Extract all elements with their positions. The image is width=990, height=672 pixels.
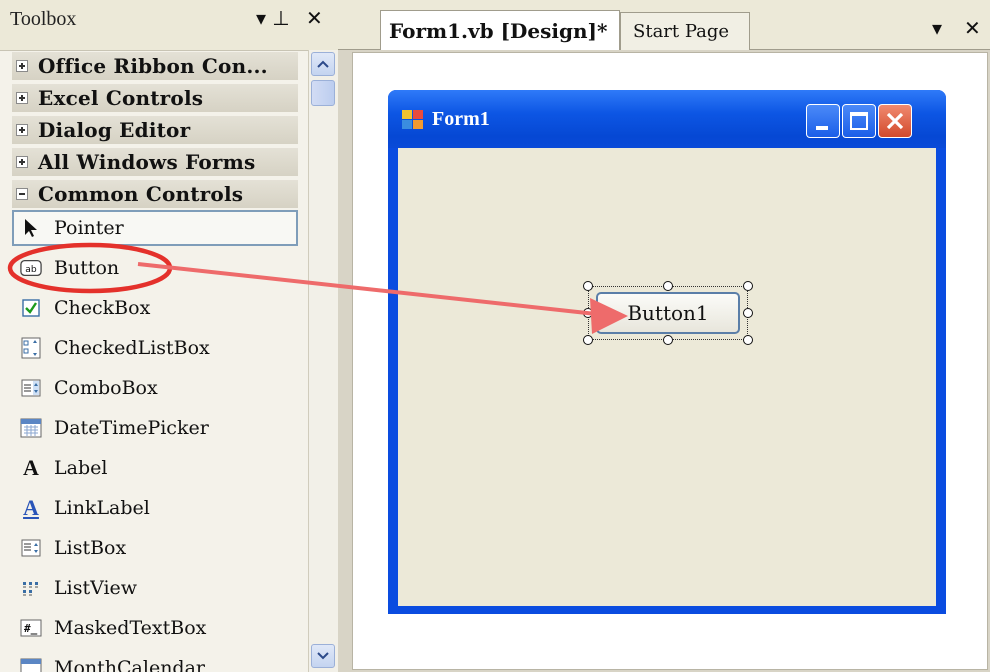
maximize-button[interactable] [842,104,876,138]
item-label: Pointer [54,217,124,239]
toolbox-item-linklabel[interactable]: A LinkLabel [12,490,298,526]
linklabel-icon: A [23,495,39,520]
scroll-up-button[interactable] [311,52,335,76]
svg-text:#_: #_ [24,622,38,635]
minimize-button[interactable] [806,104,840,138]
toolbox-scrollbar[interactable] [308,50,338,672]
button-icon: ab [20,257,42,279]
item-label: DateTimePicker [54,417,209,439]
item-label: LinkLabel [54,497,150,519]
checkbox-icon [20,297,42,319]
item-label: MaskedTextBox [54,617,207,639]
label-icon: A [23,455,39,480]
listbox-icon [20,537,42,559]
resize-handle-se[interactable] [743,335,753,345]
expand-icon [16,124,28,136]
scroll-thumb[interactable] [311,80,335,106]
toolbox-item-checkedlistbox[interactable]: CheckedListBox [12,330,298,366]
resize-handle-w[interactable] [583,308,593,318]
toolbox-pin-button[interactable]: ▾ ⊥ [256,6,290,30]
checkedlistbox-icon [20,337,42,359]
toolbox-titlebar: Toolbox ▾ ⊥ ✕ [0,0,338,51]
tab-close-button[interactable]: ✕ [964,16,981,40]
toolbox-item-maskedtextbox[interactable]: #_ MaskedTextBox [12,610,298,646]
category-label: Common Controls [38,182,244,206]
toolbox-item-button[interactable]: ab Button [12,250,298,286]
expand-icon [16,60,28,72]
toolbox-list: Office Ribbon Con... Excel Controls Dial… [0,50,308,672]
tab-dropdown-button[interactable]: ▾ [932,16,942,40]
item-label: ListView [54,577,138,599]
form-client-area[interactable] [398,148,936,606]
item-label: CheckBox [54,297,151,319]
toolbox-item-pointer[interactable]: Pointer [12,210,298,246]
monthcalendar-icon [20,657,42,672]
tab-label: Start Page [633,21,730,42]
scroll-down-button[interactable] [311,644,335,668]
category-common-controls[interactable]: Common Controls [12,180,298,208]
toolbox-item-listbox[interactable]: ListBox [12,530,298,566]
form1-window[interactable]: Form1 [388,90,946,614]
category-dialog-editor[interactable]: Dialog Editor [12,116,298,144]
toolbox-panel: Toolbox ▾ ⊥ ✕ Office Ribbon Con... Excel… [0,0,338,672]
category-office-ribbon[interactable]: Office Ribbon Con... [12,52,298,80]
collapse-icon [16,188,28,200]
document-tabstrip: Form1.vb [Design]* Start Page ▾ ✕ [338,0,990,50]
item-label: MonthCalendar [54,657,205,672]
category-label: Excel Controls [38,86,204,110]
datetimepicker-icon [20,417,42,439]
item-label: CheckedListBox [54,337,210,359]
expand-icon [16,156,28,168]
item-label: ListBox [54,537,127,559]
form-title: Form1 [432,108,490,130]
tab-form1-design[interactable]: Form1.vb [Design]* [380,10,620,50]
maskedtextbox-icon: #_ [20,617,42,639]
button1-label: Button1 [627,301,709,325]
category-excel-controls[interactable]: Excel Controls [12,84,298,112]
toolbox-item-datetimepicker[interactable]: DateTimePicker [12,410,298,446]
toolbox-close-button[interactable]: ✕ [306,6,323,30]
item-label: Label [54,457,108,479]
category-label: All Windows Forms [38,150,256,174]
resize-handle-e[interactable] [743,308,753,318]
button1-control[interactable]: Button1 [596,292,740,334]
category-all-windows-forms[interactable]: All Windows Forms [12,148,298,176]
svg-text:ab: ab [25,264,37,275]
toolbox-item-checkbox[interactable]: CheckBox [12,290,298,326]
tab-start-page[interactable]: Start Page [620,12,750,50]
minimize-icon [816,126,828,130]
category-label: Dialog Editor [38,118,191,142]
item-label: ComboBox [54,377,158,399]
maximize-icon [850,112,868,130]
close-icon [886,112,904,130]
resize-handle-nw[interactable] [583,281,593,291]
toolbox-item-listview[interactable]: ListView [12,570,298,606]
form-titlebar[interactable]: Form1 [388,90,946,148]
resize-handle-sw[interactable] [583,335,593,345]
pointer-icon [20,217,42,239]
item-label: Button [54,257,120,279]
form-app-icon [402,110,424,134]
combobox-icon [20,377,42,399]
tab-label: Form1.vb [Design]* [389,18,608,43]
toolbox-title: Toolbox [10,8,77,30]
expand-icon [16,92,28,104]
close-button[interactable] [878,104,912,138]
toolbox-item-label[interactable]: A Label [12,450,298,486]
resize-handle-ne[interactable] [743,281,753,291]
resize-handle-s[interactable] [663,335,673,345]
listview-icon [20,577,42,599]
resize-handle-n[interactable] [663,281,673,291]
toolbox-item-combobox[interactable]: ComboBox [12,370,298,406]
toolbox-item-monthcalendar[interactable]: MonthCalendar [12,650,298,672]
category-label: Office Ribbon Con... [38,54,268,78]
